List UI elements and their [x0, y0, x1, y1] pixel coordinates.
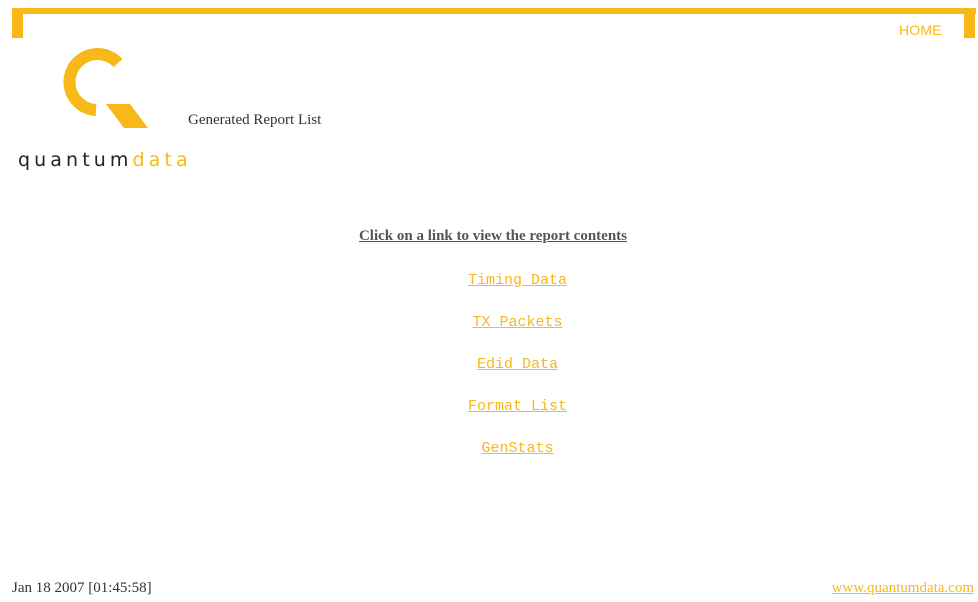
header-frame-left-post: [12, 8, 23, 38]
list-item: TX Packets: [0, 312, 978, 354]
page-title: Generated Report List: [188, 112, 322, 128]
instructions-heading: Click on a link to view the report conte…: [358, 228, 628, 244]
website-link[interactable]: www.quantumdata.com: [832, 580, 974, 597]
logo-word-quantum: quantum: [18, 149, 133, 171]
logo-wordmark: quantumdata: [18, 149, 192, 171]
report-link-timing-data[interactable]: Timing Data: [468, 272, 567, 289]
quantum-q-logo-icon: [63, 48, 148, 128]
report-link-list: Timing Data TX Packets Edid Data Format …: [0, 270, 978, 480]
home-link[interactable]: HOME: [899, 22, 942, 38]
list-item: Timing Data: [0, 270, 978, 312]
logo-word-data: data: [132, 149, 192, 171]
header-frame-right-post: [964, 8, 975, 38]
report-link-format-list[interactable]: Format List: [468, 398, 567, 415]
report-link-tx-packets[interactable]: TX Packets: [472, 314, 562, 331]
header-frame-bar: [12, 8, 976, 14]
list-item: Format List: [0, 396, 978, 438]
report-timestamp: Jan 18 2007 [01:45:58]: [12, 580, 152, 596]
report-link-genstats[interactable]: GenStats: [481, 440, 553, 457]
report-link-edid-data[interactable]: Edid Data: [477, 356, 558, 373]
list-item: Edid Data: [0, 354, 978, 396]
list-item: GenStats: [0, 438, 978, 480]
